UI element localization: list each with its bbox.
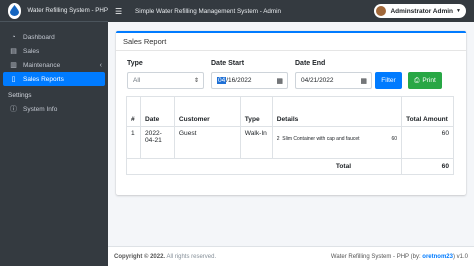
cell-total: 60 — [401, 126, 454, 159]
chevron-left-icon: ‹ — [99, 61, 102, 69]
total-value: 60 — [401, 158, 454, 175]
print-button-label: Print — [422, 77, 436, 84]
date-start-month-selected: 04 — [217, 77, 227, 84]
author-link[interactable]: oretnom23 — [422, 254, 453, 260]
total-label: Total — [125, 158, 403, 175]
avatar — [376, 6, 387, 16]
version-text: ) v1.0 — [452, 253, 468, 260]
cell-date: 2022-04-21 — [139, 126, 175, 159]
credit-text: Water Refilling System - PHP (by: — [330, 253, 421, 260]
document-icon: ▤ — [10, 48, 17, 55]
detail-qty: 2 — [276, 136, 280, 142]
menu-toggle-icon[interactable]: ☰ — [115, 7, 125, 16]
sidebar-item-system-info[interactable]: ⓘ System Info — [0, 102, 108, 116]
user-menu[interactable]: Adminstrator Admin ▼ — [374, 4, 466, 18]
brand-title: Water Refilling System - PHP — [27, 7, 108, 14]
print-icon: ⎙ — [414, 76, 420, 84]
cell-details: 2 Slim Container with cap and faucet 60 — [271, 126, 403, 159]
date-start-label: Date Start — [211, 60, 245, 67]
col-header-total-amount: Total Amount — [401, 96, 454, 127]
col-header-details: Details — [271, 96, 403, 127]
card-title: Sales Report — [116, 33, 466, 51]
sidebar-item-sales[interactable]: ▤ Sales — [0, 44, 108, 58]
calendar-icon[interactable]: ▦ — [360, 77, 367, 85]
caret-down-icon: ▼ — [456, 8, 461, 14]
col-header-number: # — [126, 96, 141, 127]
filter-form: Type All ⇕ Date Start 04/16/2022 ▦ Date … — [127, 60, 455, 92]
calendar-icon[interactable]: ▦ — [276, 77, 283, 85]
sidebar-section-header: Settings — [8, 92, 32, 99]
type-select[interactable]: All ⇕ — [127, 72, 204, 89]
cell-customer: Guest — [173, 126, 241, 159]
sidebar-item-sales-reports[interactable]: ▯ Sales Reports — [3, 72, 105, 86]
col-header-customer: Customer — [173, 96, 241, 127]
type-label: Type — [127, 60, 143, 67]
file-icon: ▯ — [11, 76, 16, 83]
dropdown-arrows-icon: ⇕ — [193, 78, 199, 84]
sidebar-item-label: Sales Reports — [23, 75, 64, 83]
sidebar-item-maintenance[interactable]: ▥ Maintenance ‹ — [0, 58, 108, 72]
top-navbar: ☰ Simple Water Refilling Management Syst… — [108, 0, 474, 22]
filter-button[interactable]: Filter — [375, 72, 402, 89]
print-button[interactable]: ⎙ Print — [408, 72, 442, 89]
cell-number: 1 — [126, 126, 141, 159]
footer: Copyright © 2022. All rights reserved. W… — [108, 246, 474, 266]
sidebar-nav: ◔ Dashboard ▤ Sales ▥ Maintenance ‹ ▯ Sa… — [0, 22, 108, 116]
copyright: Copyright © 2022. All rights reserved. — [114, 254, 216, 260]
table-row: 1 2022-04-21 Guest Walk-In 2 Slim Contai… — [126, 126, 454, 159]
sidebar-item-label: Dashboard — [23, 33, 55, 41]
date-start-rest: /16/2022 — [226, 77, 252, 84]
copyright-suffix: All rights reserved. — [166, 253, 217, 260]
dashboard-icon: ◔ — [11, 33, 16, 41]
date-start-input[interactable]: 04/16/2022 ▦ — [211, 72, 288, 89]
table-total-row: Total 60 — [125, 158, 454, 175]
date-end-input[interactable]: 04/21/2022 ▦ — [295, 72, 372, 89]
water-drop-logo-icon — [8, 2, 22, 19]
filter-button-label: Filter — [381, 77, 396, 84]
system-title: Simple Water Refilling Management System… — [135, 7, 282, 15]
database-icon: ▥ — [10, 62, 17, 69]
info-icon: ⓘ — [10, 106, 17, 113]
detail-line: 2 Slim Container with cap and faucet 60 — [277, 130, 397, 142]
sidebar-item-label: Maintenance — [23, 61, 61, 69]
sales-report-table: # Date Customer Type Details Total Amoun… — [125, 96, 454, 175]
col-header-type: Type — [239, 96, 273, 127]
copyright-prefix: Copyright © 2022. — [114, 253, 166, 260]
user-name: Adminstrator Admin — [390, 7, 454, 15]
sidebar-item-dashboard[interactable]: ◔ Dashboard — [0, 30, 108, 44]
sidebar-item-label: System Info — [23, 105, 58, 113]
detail-item: Slim Container with cap and faucet — [282, 136, 360, 142]
col-header-date: Date — [139, 96, 175, 127]
sidebar: Water Refilling System - PHP ◔ Dashboard… — [0, 0, 108, 266]
credit: Water Refilling System - PHP (by: oretno… — [331, 254, 468, 260]
date-end-value: 04/21/2022 — [301, 77, 334, 84]
table-header-row: # Date Customer Type Details Total Amoun… — [126, 96, 454, 127]
brand[interactable]: Water Refilling System - PHP — [0, 0, 108, 22]
date-end-label: Date End — [295, 60, 326, 67]
detail-price: 60 — [391, 136, 398, 142]
sidebar-item-label: Sales — [23, 47, 40, 55]
type-select-value: All — [133, 77, 141, 84]
cell-type: Walk-In — [239, 126, 273, 159]
